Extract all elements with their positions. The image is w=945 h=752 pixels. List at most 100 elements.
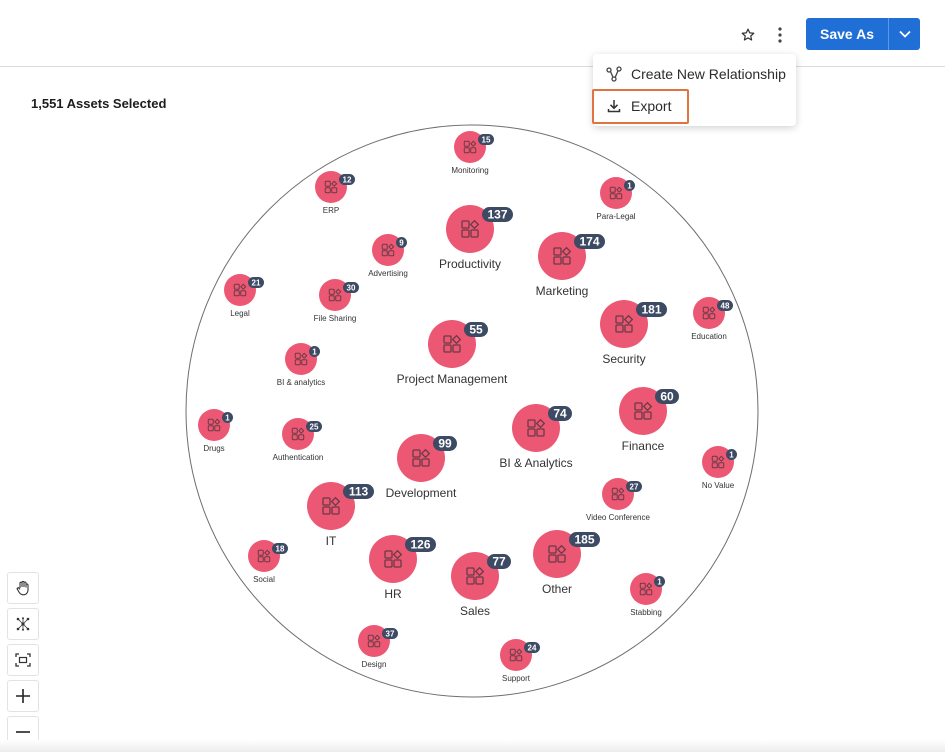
- count-badge-text: 1: [312, 348, 317, 357]
- count-badge-text: 37: [386, 630, 395, 639]
- star-icon[interactable]: [737, 24, 759, 46]
- node-label: IT: [326, 534, 337, 548]
- node-label: Para-Legal: [596, 212, 635, 221]
- node-label: Education: [691, 332, 727, 341]
- graph-node-marketing[interactable]: 174 Marketing: [536, 232, 605, 298]
- node-label: Finance: [622, 439, 665, 453]
- node-label: Support: [502, 674, 531, 683]
- menu-item-create-new-relationship[interactable]: Create New Relationship: [593, 58, 796, 90]
- graph-node-social[interactable]: 18 Social: [248, 540, 288, 584]
- graph-node-erp[interactable]: 12 ERP: [315, 171, 355, 215]
- node-label: Security: [602, 352, 645, 366]
- count-badge-text: 48: [721, 302, 730, 311]
- more-options-menu: Create New Relationship Export: [593, 54, 796, 126]
- count-badge-text: 74: [553, 407, 567, 421]
- node-label: Productivity: [439, 257, 501, 271]
- node-label: HR: [384, 587, 402, 601]
- graph-node-authentication[interactable]: 25 Authentication: [273, 418, 324, 462]
- node-label: Advertising: [368, 269, 408, 278]
- graph-node-file-sharing[interactable]: 30 File Sharing: [314, 279, 359, 323]
- save-as-dropdown-button[interactable]: [888, 18, 920, 50]
- node-label: Authentication: [273, 453, 324, 462]
- graph-node-productivity[interactable]: 137 Productivity: [439, 205, 513, 271]
- zoom-in-icon[interactable]: [7, 680, 39, 712]
- save-as-button[interactable]: Save As: [806, 18, 888, 50]
- count-badge-text: 21: [252, 279, 261, 288]
- node-label: File Sharing: [314, 314, 357, 323]
- graph-node-stabbing[interactable]: 1 Stabbing: [630, 573, 665, 617]
- count-badge-text: 77: [492, 555, 506, 569]
- graph-node-support[interactable]: 24 Support: [500, 639, 540, 683]
- count-badge-text: 126: [410, 538, 430, 552]
- graph-node-project-management[interactable]: 55 Project Management: [397, 320, 508, 386]
- graph-node-bi-and-analytics[interactable]: 74 BI & Analytics: [499, 404, 573, 470]
- count-badge-text: 18: [276, 545, 285, 554]
- graph-node-hr[interactable]: 126 HR: [369, 535, 436, 601]
- count-badge-text: 1: [225, 414, 230, 423]
- node-label: Development: [386, 486, 457, 500]
- node-label: Video Conference: [586, 513, 650, 522]
- node-label: Marketing: [536, 284, 589, 298]
- fit-to-screen-icon[interactable]: [7, 644, 39, 676]
- count-badge-text: 25: [310, 423, 319, 432]
- node-label: Stabbing: [630, 608, 662, 617]
- count-badge-text: 24: [528, 644, 537, 653]
- relationship-icon: [606, 66, 622, 82]
- node-label: Social: [253, 575, 275, 584]
- count-badge-text: 113: [349, 485, 369, 499]
- node-label: No Value: [702, 481, 735, 490]
- graph-node-monitoring[interactable]: 15 Monitoring: [451, 131, 494, 175]
- graph-node-sales[interactable]: 77 Sales: [451, 552, 511, 618]
- menu-item-label: Export: [631, 98, 672, 114]
- count-badge-text: 137: [487, 208, 507, 222]
- count-badge-text: 27: [630, 483, 639, 492]
- graph-node-it[interactable]: 113 IT: [307, 482, 374, 548]
- graph-node-finance[interactable]: 60 Finance: [619, 387, 679, 453]
- graph-node-other[interactable]: 185 Other: [533, 530, 600, 596]
- node-label: BI & Analytics: [499, 456, 572, 470]
- graph-node-drugs[interactable]: 1 Drugs: [198, 409, 233, 453]
- node-label: Design: [362, 660, 387, 669]
- count-badge-text: 15: [482, 136, 491, 145]
- count-badge-text: 185: [574, 533, 594, 547]
- node-label: Monitoring: [451, 166, 488, 175]
- network-layout-icon[interactable]: [7, 608, 39, 640]
- node-label: ERP: [323, 206, 339, 215]
- graph-node-legal[interactable]: 21 Legal: [224, 274, 264, 318]
- graph-node-no-value[interactable]: 1 No Value: [702, 446, 737, 490]
- download-icon: [606, 98, 622, 114]
- node-label: Drugs: [203, 444, 224, 453]
- count-badge-text: 9: [399, 239, 404, 248]
- asset-graph[interactable]: 15Monitoring12ERP1Para-Legal137Productiv…: [0, 68, 945, 752]
- save-as-group: Save As: [806, 18, 920, 50]
- graph-node-bi-and-analytics[interactable]: 1 BI & analytics: [277, 343, 325, 387]
- count-badge-text: 1: [657, 578, 662, 587]
- node-label: Project Management: [397, 372, 508, 386]
- count-badge-text: 30: [347, 284, 356, 293]
- count-badge-text: 1: [729, 451, 734, 460]
- count-badge-text: 1: [627, 182, 632, 191]
- graph-node-video-conference[interactable]: 27 Video Conference: [586, 478, 650, 522]
- more-options-icon[interactable]: [770, 24, 790, 46]
- top-bar: Save As: [0, 0, 945, 67]
- menu-item-label: Create New Relationship: [631, 66, 786, 82]
- graph-node-design[interactable]: 37 Design: [358, 625, 398, 669]
- graph-node-advertising[interactable]: 9 Advertising: [368, 234, 408, 278]
- canvas-toolbar: [7, 572, 39, 752]
- pan-hand-icon[interactable]: [7, 572, 39, 604]
- menu-item-export[interactable]: Export: [593, 90, 796, 122]
- node-label: Other: [542, 582, 572, 596]
- node-label: Sales: [460, 604, 490, 618]
- count-badge-text: 12: [343, 176, 352, 185]
- count-badge-text: 55: [469, 323, 483, 337]
- count-badge-text: 99: [438, 437, 452, 451]
- count-badge-text: 60: [660, 390, 674, 404]
- graph-node-para-legal[interactable]: 1 Para-Legal: [596, 177, 636, 221]
- count-badge-text: 174: [579, 235, 599, 249]
- chevron-down-icon: [898, 30, 911, 38]
- count-badge-text: 181: [641, 303, 661, 317]
- graph-node-security[interactable]: 181 Security: [600, 300, 667, 366]
- graph-node-development[interactable]: 99 Development: [386, 434, 457, 500]
- bottom-shade: [0, 740, 945, 752]
- graph-node-education[interactable]: 48 Education: [691, 297, 733, 341]
